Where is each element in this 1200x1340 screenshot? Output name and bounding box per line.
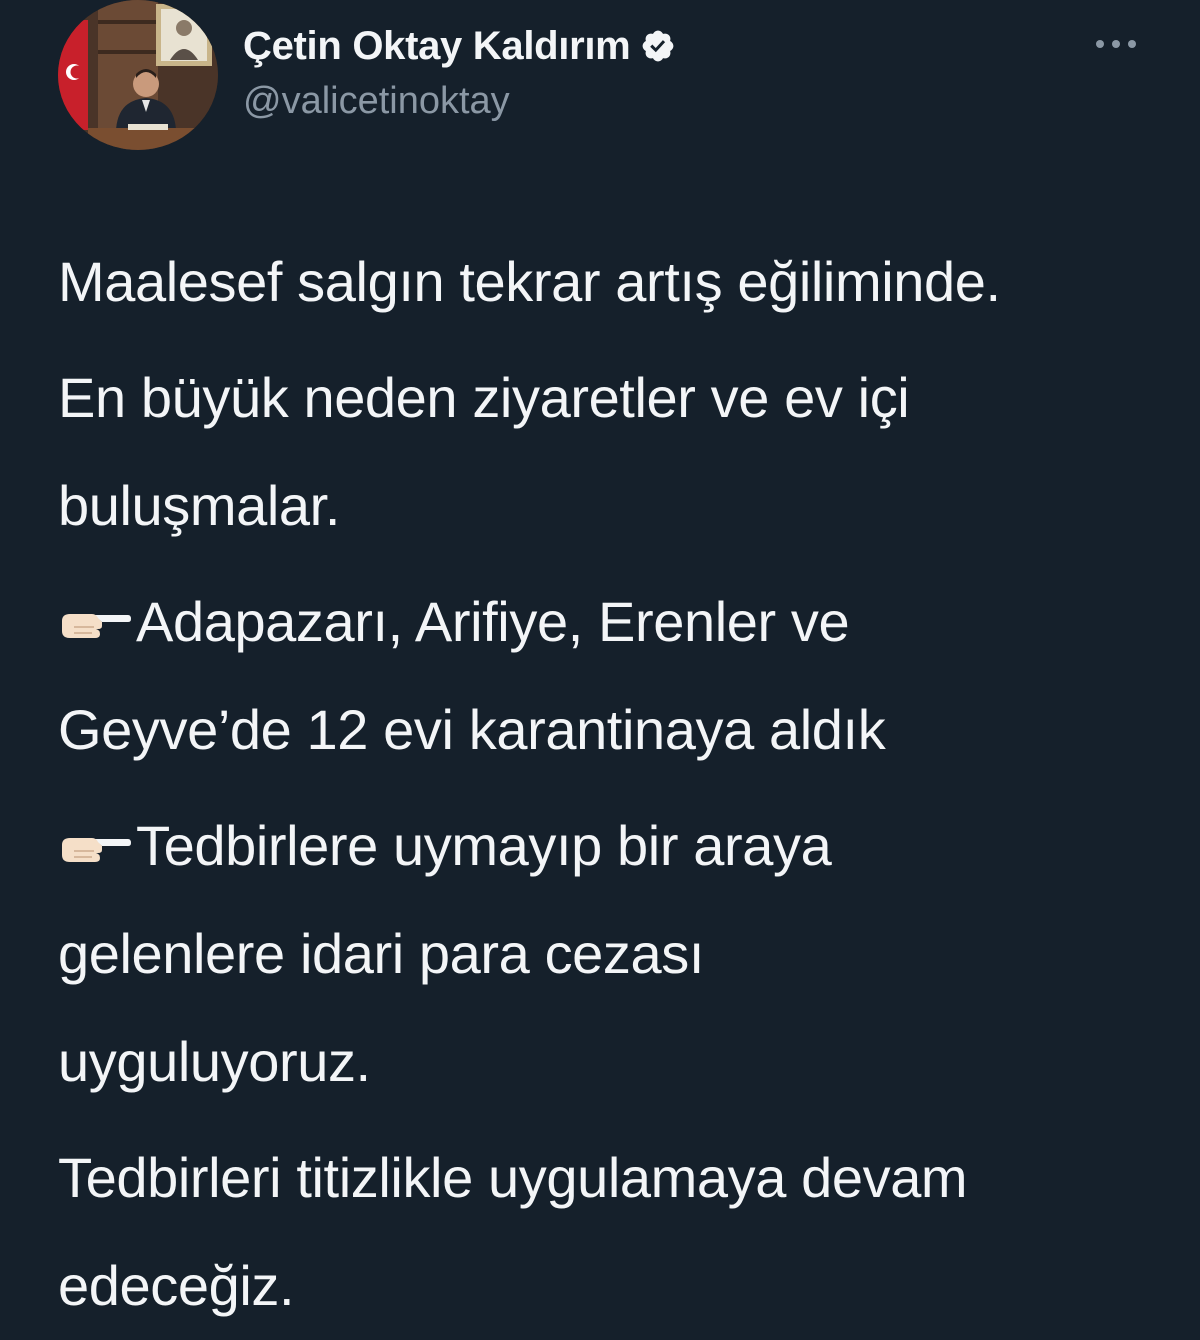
verified-badge-icon (640, 28, 676, 64)
backhand-index-pointing-right-icon (58, 796, 132, 862)
name-row: Çetin Oktay Kaldırım (243, 22, 676, 70)
more-dot (1112, 40, 1120, 48)
avatar-photo (58, 0, 218, 150)
tweet-line: Geyve’de 12 evi karantinaya aldık (58, 698, 886, 761)
more-dot (1128, 40, 1136, 48)
tweet-line-text: Tedbirlere uymayıp bir araya (136, 814, 832, 877)
tweet-line: Maalesef salgın tekrar artış eğiliminde. (58, 250, 1001, 313)
backhand-index-pointing-right-icon (58, 572, 132, 638)
tweet-line: uyguluyoruz. (58, 1030, 371, 1093)
display-name[interactable]: Çetin Oktay Kaldırım (243, 24, 631, 69)
tweet-line: buluşmalar. (58, 474, 340, 537)
avatar[interactable] (58, 0, 218, 150)
tweet-line-with-emoji: Adapazarı, Arifiye, Erenler ve (58, 568, 1158, 676)
tweet-line: Tedbirleri titizlikle uygulamaya devam (58, 1146, 968, 1209)
tweet: Çetin Oktay Kaldırım @valicetinoktay Maa… (0, 0, 1200, 1336)
tweet-text: Maalesef salgın tekrar artış eğiliminde.… (58, 228, 1158, 1340)
handle[interactable]: @valicetinoktay (243, 80, 676, 123)
more-dot (1096, 40, 1104, 48)
tweet-line: gelenlere idari para cezası (58, 922, 705, 985)
tweet-line-with-emoji: Tedbirlere uymayıp bir araya (58, 792, 1158, 900)
tweet-line: edeceğiz. (58, 1254, 295, 1317)
more-options-icon[interactable] (1096, 36, 1136, 52)
tweet-line-text: Adapazarı, Arifiye, Erenler ve (136, 590, 850, 653)
tweet-author: Çetin Oktay Kaldırım @valicetinoktay (243, 22, 676, 123)
tweet-line: En büyük neden ziyaretler ve ev içi (58, 366, 910, 429)
